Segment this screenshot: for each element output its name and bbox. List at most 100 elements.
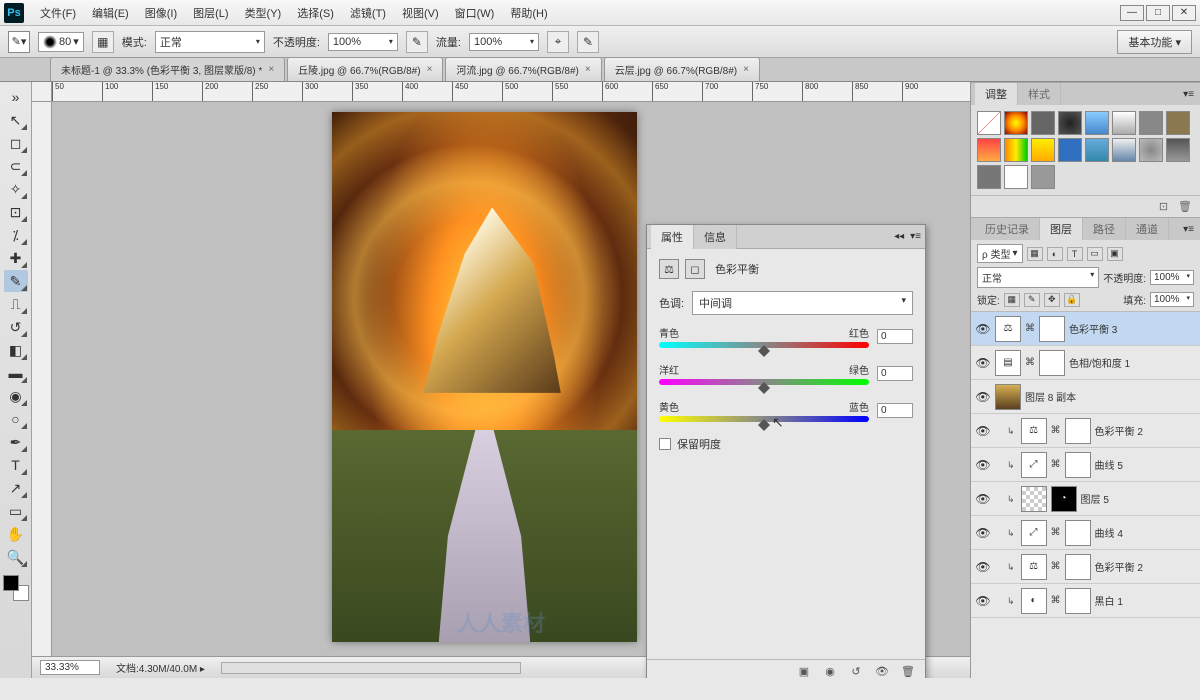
visibility-toggle[interactable]: 👁 [975,526,991,540]
tab-properties[interactable]: 属性 [651,225,694,249]
filter-pixel-icon[interactable]: ▦ [1027,247,1043,261]
visibility-toggle[interactable]: 👁 [975,390,991,404]
blur-tool[interactable]: ◉ [4,385,28,407]
adj-preset[interactable] [977,165,1001,189]
slider-value-input[interactable]: 0 [877,403,913,418]
smart-filter-icon[interactable]: ◔ [1051,486,1077,512]
path-tool[interactable]: ↗ [4,477,28,499]
menu-类型[interactable]: 类型(Y) [237,1,290,25]
crop-tool[interactable]: ⊡ [4,201,28,223]
marquee-tool[interactable]: ◻ [4,132,28,154]
adj-preset[interactable] [1139,111,1163,135]
visibility-toggle[interactable]: 👁 [975,492,991,506]
visibility-toggle[interactable]: 👁 [975,356,991,370]
layer-row[interactable]: 👁↳◐⌘黑白 1 [971,584,1200,618]
visibility-toggle[interactable]: 👁 [975,424,991,438]
shape-tool[interactable]: ▭ [4,500,28,522]
opacity-select[interactable]: 100% [328,33,398,51]
adj-preset[interactable] [1058,111,1082,135]
layer-filter-type[interactable]: ρ 类型 ▾ [977,244,1023,263]
view-previous-icon[interactable]: ◉ [821,664,839,679]
layer-mask-thumb[interactable] [1065,418,1091,444]
menu-视图[interactable]: 视图(V) [394,1,447,25]
visibility-toggle[interactable]: 👁 [975,322,991,336]
close-icon[interactable]: × [743,64,749,75]
menu-编辑[interactable]: 编辑(E) [84,1,137,25]
document-tab[interactable]: 河流.jpg @ 66.7%(RGB/8#)× [445,57,601,81]
clip-to-layer-icon[interactable]: ▣ [795,664,813,679]
delete-style-icon[interactable]: 🗑 [1178,200,1192,213]
workspace-switcher[interactable]: 基本功能 ▾ [1117,30,1192,54]
tab-layers[interactable]: 图层 [1040,218,1083,240]
layer-name[interactable]: 色彩平衡 2 [1095,559,1143,574]
layer-mask-thumb[interactable] [1065,520,1091,546]
color-balance-slider[interactable] [659,379,869,385]
visibility-toggle[interactable]: 👁 [975,560,991,574]
layer-mask-thumb[interactable] [1065,588,1091,614]
adj-preset[interactable] [1031,165,1055,189]
adj-preset[interactable] [1112,111,1136,135]
slider-value-input[interactable]: 0 [877,366,913,381]
tab-channels[interactable]: 通道 [1126,218,1169,240]
layer-name[interactable]: 色相/饱和度 1 [1069,355,1130,370]
slider-value-input[interactable]: 0 [877,329,913,344]
gradient-tool[interactable]: ▬ [4,362,28,384]
eraser-tool[interactable]: ◧ [4,339,28,361]
delete-adjustment-icon[interactable]: 🗑 [899,664,917,679]
vertical-ruler[interactable] [32,102,52,678]
panel-menu-icon[interactable]: ▾≡ [1177,224,1200,235]
panel-menu-icon[interactable]: ▾≡ [910,231,921,242]
adj-preset[interactable] [1004,165,1028,189]
lock-transparency-icon[interactable]: ▦ [1004,293,1020,307]
lock-position-icon[interactable]: ✥ [1044,293,1060,307]
lock-all-icon[interactable]: 🔒 [1064,293,1080,307]
link-mask-icon[interactable]: ⌘ [1025,357,1035,368]
toggle-visibility-icon[interactable]: 👁 [873,664,891,679]
menu-滤镜[interactable]: 滤镜(T) [342,1,394,25]
close-icon[interactable]: × [585,64,591,75]
adj-preset[interactable] [1112,138,1136,162]
adj-preset[interactable] [1085,138,1109,162]
layer-thumb[interactable] [995,384,1021,410]
new-style-icon[interactable]: ⊡ [1159,200,1168,213]
layer-thumb[interactable] [1021,486,1047,512]
close-icon[interactable]: × [268,64,274,75]
menu-图层[interactable]: 图层(L) [185,1,236,25]
visibility-toggle[interactable]: 👁 [975,458,991,472]
menu-窗口[interactable]: 窗口(W) [447,1,503,25]
close-button[interactable]: ✕ [1172,5,1196,21]
adj-preset[interactable] [1031,111,1055,135]
menu-文件[interactable]: 文件(F) [32,1,84,25]
color-balance-slider[interactable] [659,416,869,422]
dodge-tool[interactable]: ○ [4,408,28,430]
tab-adjustments[interactable]: 调整 [975,83,1018,105]
visibility-toggle[interactable]: 👁 [975,594,991,608]
menu-图像[interactable]: 图像(I) [137,1,185,25]
layer-name[interactable]: 图层 5 [1081,491,1109,506]
layer-row[interactable]: 👁↳⚖⌘色彩平衡 2 [971,550,1200,584]
zoom-tool[interactable]: 🔍 [4,546,28,568]
adj-preset[interactable] [1058,138,1082,162]
layer-row[interactable]: 👁↳◔图层 5 [971,482,1200,516]
minimize-button[interactable]: — [1120,5,1144,21]
layer-mask-thumb[interactable] [1039,316,1065,342]
layer-opacity-input[interactable]: 100% [1150,270,1194,285]
slider-thumb[interactable] [758,376,770,388]
panel-menu-icon[interactable]: ▾≡ [1177,89,1200,100]
tab-history[interactable]: 历史记录 [975,218,1040,240]
lock-pixels-icon[interactable]: ✎ [1024,293,1040,307]
preserve-luminosity-checkbox[interactable]: 保留明度 [659,436,913,452]
tab-styles[interactable]: 样式 [1018,83,1061,105]
maximize-button[interactable]: □ [1146,5,1170,21]
link-mask-icon[interactable]: ⌘ [1025,323,1035,334]
adj-preset[interactable] [1139,138,1163,162]
link-mask-icon[interactable]: ⌘ [1051,527,1061,538]
history-brush-tool[interactable]: ↺ [4,316,28,338]
layer-name[interactable]: 曲线 4 [1095,525,1123,540]
canvas[interactable] [332,112,637,642]
move-tool[interactable]: ↖ [4,109,28,131]
opacity-pressure-icon[interactable]: ✎ [406,31,428,53]
color-swatches[interactable] [3,575,29,601]
tone-select[interactable]: 中间调 [692,291,913,315]
link-mask-icon[interactable]: ⌘ [1051,459,1061,470]
